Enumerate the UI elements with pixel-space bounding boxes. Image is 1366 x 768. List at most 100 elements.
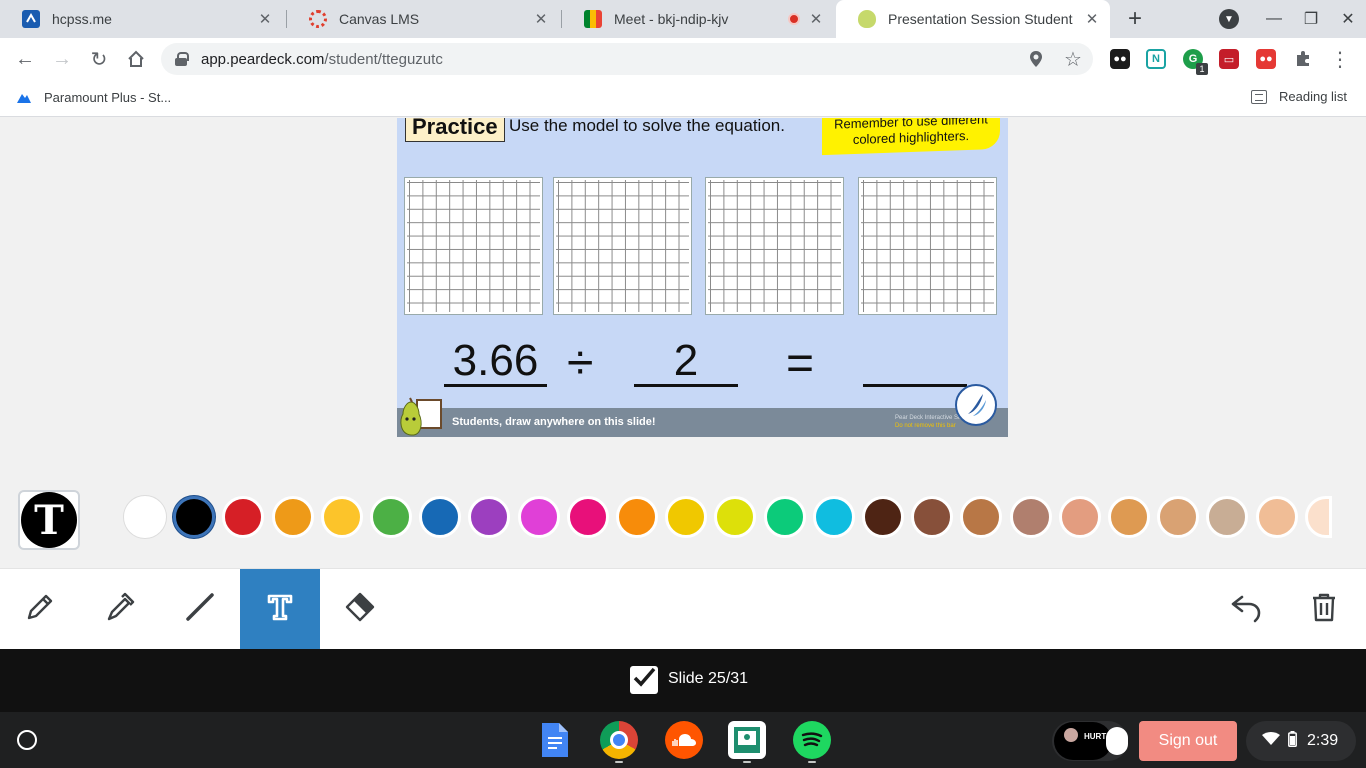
home-icon[interactable] <box>125 48 147 70</box>
tab-title: Meet - bkj-ndip-kjv <box>614 11 729 27</box>
address-bar[interactable]: app.peardeck.com/student/tteguzutc <box>161 43 1093 75</box>
extensions-puzzle-icon[interactable] <box>1293 49 1313 69</box>
close-icon[interactable]: ✕ <box>257 11 273 28</box>
slide-checkbox[interactable] <box>630 666 658 694</box>
close-icon[interactable]: ✕ <box>533 11 549 28</box>
hcpss-favicon-icon <box>22 10 40 28</box>
text-tool-badge-icon: T <box>21 492 77 548</box>
eraser-tool-button[interactable] <box>320 569 400 650</box>
eraser-icon <box>344 591 376 628</box>
chrome-app-icon[interactable] <box>600 721 638 759</box>
restore-icon[interactable]: ❐ <box>1301 9 1321 29</box>
address-host: app.peardeck.com <box>201 50 325 68</box>
color-swatch[interactable] <box>566 496 609 538</box>
avatar-text: HURT <box>1084 732 1107 741</box>
text-tool-button[interactable] <box>240 569 320 650</box>
location-icon[interactable] <box>1026 49 1046 69</box>
color-swatch[interactable] <box>320 496 363 538</box>
color-swatch[interactable] <box>616 496 658 538</box>
color-swatch[interactable] <box>468 496 511 538</box>
equation-answer <box>863 338 967 387</box>
color-swatch[interactable] <box>665 496 708 538</box>
color-swatch[interactable] <box>714 496 757 538</box>
color-swatch[interactable] <box>960 496 1003 538</box>
color-swatch[interactable] <box>173 496 216 538</box>
footer-small-line-2: Do not remove this bar <box>895 423 956 429</box>
forward-icon[interactable]: → <box>51 48 73 70</box>
account-pod[interactable]: HURT <box>1052 721 1128 761</box>
color-swatch[interactable] <box>1058 496 1101 538</box>
bookmark-paramount[interactable]: Paramount Plus - St... <box>16 89 171 105</box>
close-icon[interactable]: ✕ <box>808 11 824 28</box>
bookmark-star-icon[interactable]: ☆ <box>1063 49 1083 71</box>
undo-button[interactable] <box>1216 569 1276 650</box>
equation-divisor: 2 <box>634 338 738 387</box>
minimize-icon[interactable]: — <box>1264 9 1284 29</box>
bookmarks-bar: Paramount Plus - St... Reading list <box>0 80 1366 117</box>
peardeck-favicon-icon <box>858 10 876 28</box>
tab-title: hcpss.me <box>52 11 112 27</box>
color-swatch[interactable] <box>1304 496 1332 538</box>
avatar: HURT <box>1054 722 1112 760</box>
color-swatch[interactable] <box>911 496 954 538</box>
window-close-icon[interactable]: ✕ <box>1338 9 1358 29</box>
hundred-grid-3 <box>705 177 844 315</box>
color-swatch[interactable] <box>1157 496 1200 538</box>
current-tool-text-icon[interactable]: T <box>18 490 80 550</box>
tab-hcpss[interactable]: hcpss.me ✕ <box>0 0 283 38</box>
tab-search-icon[interactable]: ▼ <box>1219 9 1239 29</box>
color-swatch[interactable] <box>812 496 855 538</box>
spotify-app-icon[interactable] <box>793 721 831 759</box>
color-swatch[interactable] <box>222 496 265 538</box>
reading-list-label: Reading list <box>1279 89 1347 104</box>
lock-icon <box>175 52 189 66</box>
delete-button[interactable] <box>1294 569 1354 650</box>
line-tool-button[interactable] <box>160 569 240 650</box>
practice-label: Practice <box>405 118 505 142</box>
color-swatch[interactable] <box>370 496 412 538</box>
reload-icon[interactable]: ↻ <box>88 48 110 71</box>
slide-canvas[interactable]: Practice Use the model to solve the equa… <box>397 118 1008 437</box>
extension-glasses-icon[interactable]: ●● <box>1110 49 1130 69</box>
sign-out-button[interactable]: Sign out <box>1139 721 1237 761</box>
color-swatch[interactable] <box>1108 496 1150 538</box>
back-icon[interactable]: ← <box>14 48 36 70</box>
extension-toggle-icon[interactable]: ●● <box>1256 49 1276 69</box>
tab-meet[interactable]: Meet - bkj-ndip-kjv ✕ <box>562 0 834 38</box>
color-swatch[interactable] <box>862 496 904 538</box>
marker-tool-button[interactable] <box>80 569 160 650</box>
soundcloud-app-icon[interactable] <box>665 721 703 759</box>
pear-mascot-icon <box>397 394 443 437</box>
paramount-icon <box>16 89 32 105</box>
tab-canvas[interactable]: Canvas LMS ✕ <box>287 0 559 38</box>
highlighter-note: Remember to use different colored highli… <box>822 118 1000 156</box>
docs-app-icon[interactable] <box>535 721 573 759</box>
color-swatch[interactable] <box>271 496 314 538</box>
color-swatch[interactable] <box>1009 496 1052 538</box>
color-swatch[interactable] <box>1206 496 1249 538</box>
extension-n-icon[interactable]: N <box>1146 49 1166 69</box>
extension-red-icon[interactable]: ▭ <box>1219 49 1239 69</box>
wifi-icon <box>1262 731 1280 751</box>
reading-list-button[interactable]: Reading list <box>1251 89 1347 104</box>
new-tab-icon[interactable]: + <box>1122 5 1148 32</box>
drawing-toolbar <box>0 568 1366 650</box>
color-swatch[interactable] <box>517 496 560 538</box>
system-tray[interactable]: 2:39 <box>1246 721 1356 761</box>
tab-peardeck[interactable]: Presentation Session Student ✕ <box>836 0 1110 38</box>
recording-icon <box>788 13 800 25</box>
menu-kebab-icon[interactable]: ⋮ <box>1330 49 1350 71</box>
slide-counter: Slide 25/31 <box>668 670 749 687</box>
launcher-icon[interactable] <box>17 730 37 750</box>
color-swatch[interactable] <box>124 496 166 538</box>
chromeos-shelf: HURT Sign out 2:39 <box>0 712 1366 768</box>
color-swatch[interactable] <box>763 496 806 538</box>
hundred-grid-4 <box>858 177 997 315</box>
classroom-app-icon[interactable] <box>728 721 766 759</box>
pencil-tool-button[interactable] <box>0 569 80 650</box>
color-swatch[interactable] <box>1255 496 1298 538</box>
slide-footer-small: Pear Deck Interactive Slide Do not remov… <box>895 414 967 430</box>
line-icon <box>184 591 216 628</box>
close-icon[interactable]: ✕ <box>1084 11 1100 28</box>
color-swatch[interactable] <box>419 496 462 538</box>
